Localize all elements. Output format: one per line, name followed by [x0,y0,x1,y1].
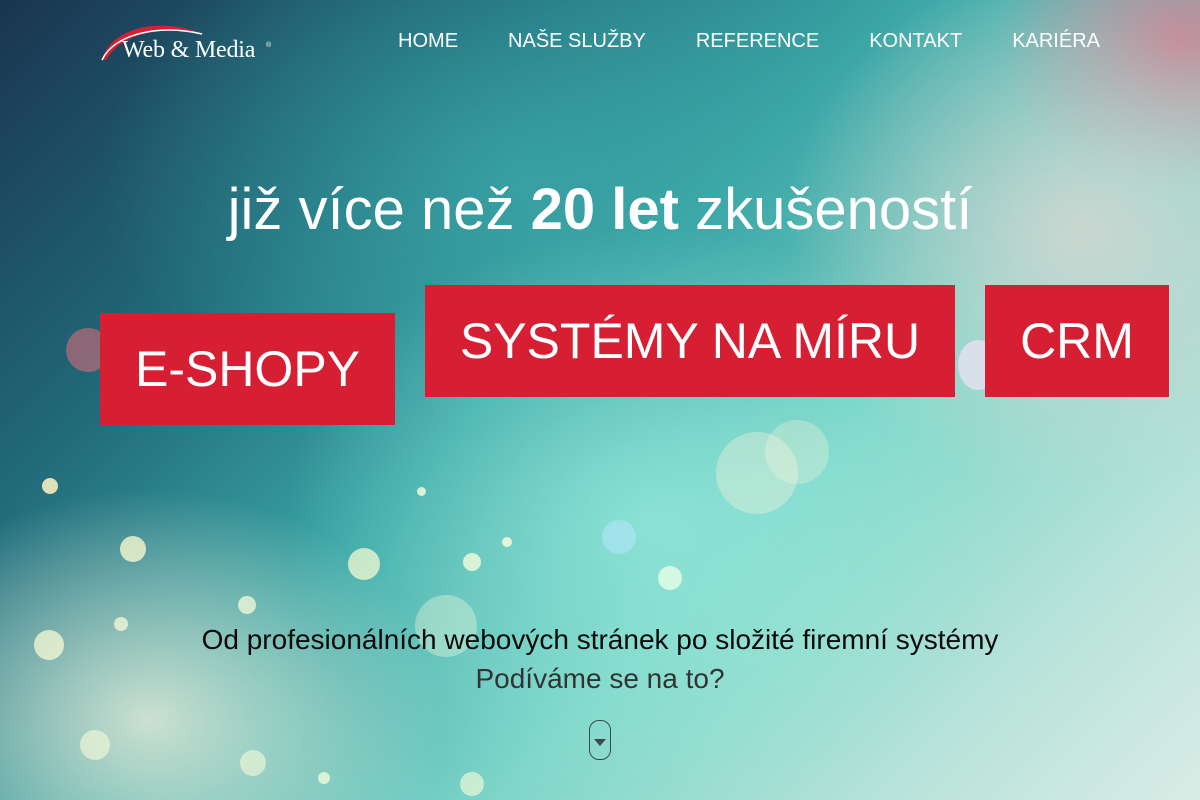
chevron-down-icon [594,739,606,746]
headline-post: zkušeností [695,177,973,242]
logo-text: Web & Media [122,37,256,63]
site-header: Web & Media ® HOME NAŠE SLUŽBY REFERENCE… [0,0,1200,90]
bokeh-light [417,487,426,496]
hero-subtagline-link[interactable]: Podíváme se na to? [0,663,1200,695]
systemy-na-miru-button[interactable]: SYSTÉMY NA MÍRU [425,285,955,397]
bokeh-light [120,536,146,562]
bokeh-light [765,420,829,484]
bokeh-light [348,548,380,580]
bokeh-light [463,553,481,571]
hero-tagline: Od profesionálních webových stránek po s… [201,624,999,655]
scroll-down-button[interactable] [589,720,611,760]
logo[interactable]: Web & Media ® [100,18,280,68]
bokeh-light [716,432,798,514]
bokeh-light [460,772,484,796]
page: Web & Media ® HOME NAŠE SLUŽBY REFERENCE… [0,0,1200,800]
eshopy-button[interactable]: E-SHOPY [100,313,395,425]
logo-registered-mark: ® [266,42,272,49]
main-nav: HOME NAŠE SLUŽBY REFERENCE KONTAKT KARIÉ… [398,30,1100,53]
bokeh-light [240,750,266,776]
bokeh-light [238,596,256,614]
headline-strong: 20 let [530,177,679,242]
crm-button[interactable]: CRM [985,285,1169,397]
bokeh-light [80,730,110,760]
headline-pre: již více než [227,177,515,242]
nav-item-kariera[interactable]: KARIÉRA [1012,30,1100,53]
nav-item-nase-sluzby[interactable]: NAŠE SLUŽBY [508,30,646,53]
nav-item-kontakt[interactable]: KONTAKT [869,30,962,53]
bokeh-light [658,566,682,590]
nav-item-reference[interactable]: REFERENCE [696,30,819,53]
bokeh-light [602,520,636,554]
nav-item-home[interactable]: HOME [398,30,458,53]
bokeh-light [318,772,330,784]
bokeh-light [42,478,58,494]
hero-headline: již více než 20 let zkušeností [0,176,1200,243]
bokeh-light [502,537,512,547]
